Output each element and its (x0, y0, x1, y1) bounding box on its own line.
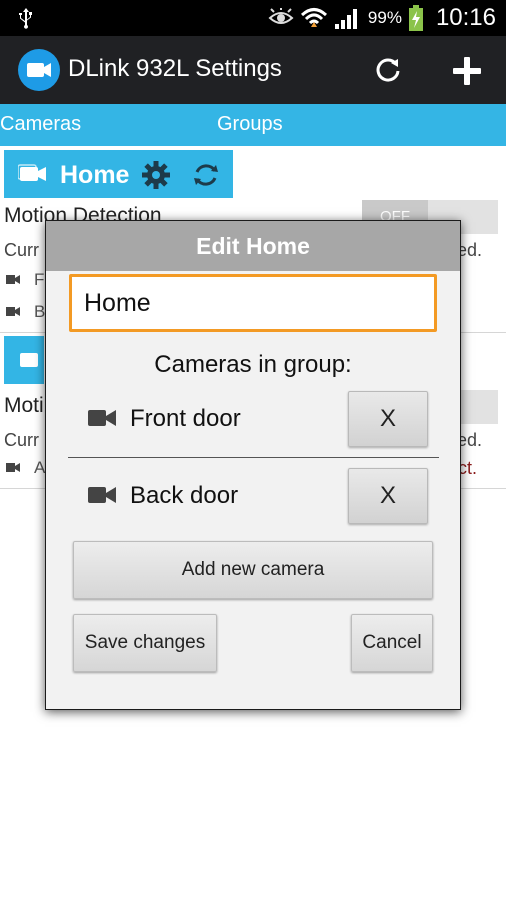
save-button[interactable]: Save changes (73, 614, 217, 672)
signal-icon (334, 9, 357, 29)
camera-name: Back door (130, 482, 239, 509)
camera-name-partial: F (34, 270, 45, 289)
app-title: DLink 932L Settings (68, 55, 282, 82)
refresh-icon[interactable] (372, 54, 404, 86)
status-bar: 99% 10:16 (0, 0, 506, 36)
app-camera-icon (18, 49, 60, 91)
cancel-button[interactable]: Cancel (351, 614, 433, 672)
tab-bar: Cameras Groups (0, 104, 506, 146)
gear-icon[interactable] (141, 160, 171, 190)
motion-detection-label: Moti (4, 394, 44, 417)
camera-icon (6, 307, 20, 316)
group-name-input[interactable] (69, 274, 437, 332)
wifi-icon (300, 8, 327, 27)
sync-icon[interactable] (191, 160, 221, 190)
battery-charging-icon (408, 5, 423, 31)
add-camera-button[interactable]: Add new camera (73, 541, 433, 599)
camera-row: Back door X (68, 468, 438, 526)
group-header[interactable]: Home (4, 150, 233, 198)
group-title: Home (60, 161, 130, 189)
camera-icon (6, 275, 20, 284)
camera-icon (88, 487, 116, 503)
camera-icon (6, 463, 20, 472)
group-header[interactable] (4, 336, 44, 384)
tab-groups[interactable]: Groups (217, 113, 283, 136)
camera-name: Front door (130, 405, 241, 432)
action-bar: DLink 932L Settings (0, 36, 506, 104)
camera-name-partial: A (34, 458, 46, 477)
camera-icon (88, 410, 116, 426)
camera-icon (18, 164, 46, 181)
battery-percent: 99% (367, 8, 402, 27)
usb-icon (19, 8, 32, 29)
eye-icon (268, 8, 294, 24)
clock: 10:16 (435, 4, 496, 31)
camera-icon (20, 353, 38, 367)
cameras-in-group-label: Cameras in group: (154, 351, 352, 378)
edit-group-dialog: Edit Home Cameras in group: Front door X… (45, 220, 461, 710)
current-status: Curr (4, 430, 39, 450)
remove-camera-button[interactable]: X (348, 468, 428, 524)
divider (68, 457, 439, 458)
camera-name-partial: B (34, 302, 46, 321)
current-status: Curr (4, 240, 39, 260)
add-icon[interactable] (450, 54, 484, 88)
tab-cameras[interactable]: Cameras (0, 113, 81, 136)
camera-row: Front door X (68, 391, 438, 449)
dialog-title: Edit Home (46, 221, 460, 271)
remove-camera-button[interactable]: X (348, 391, 428, 447)
